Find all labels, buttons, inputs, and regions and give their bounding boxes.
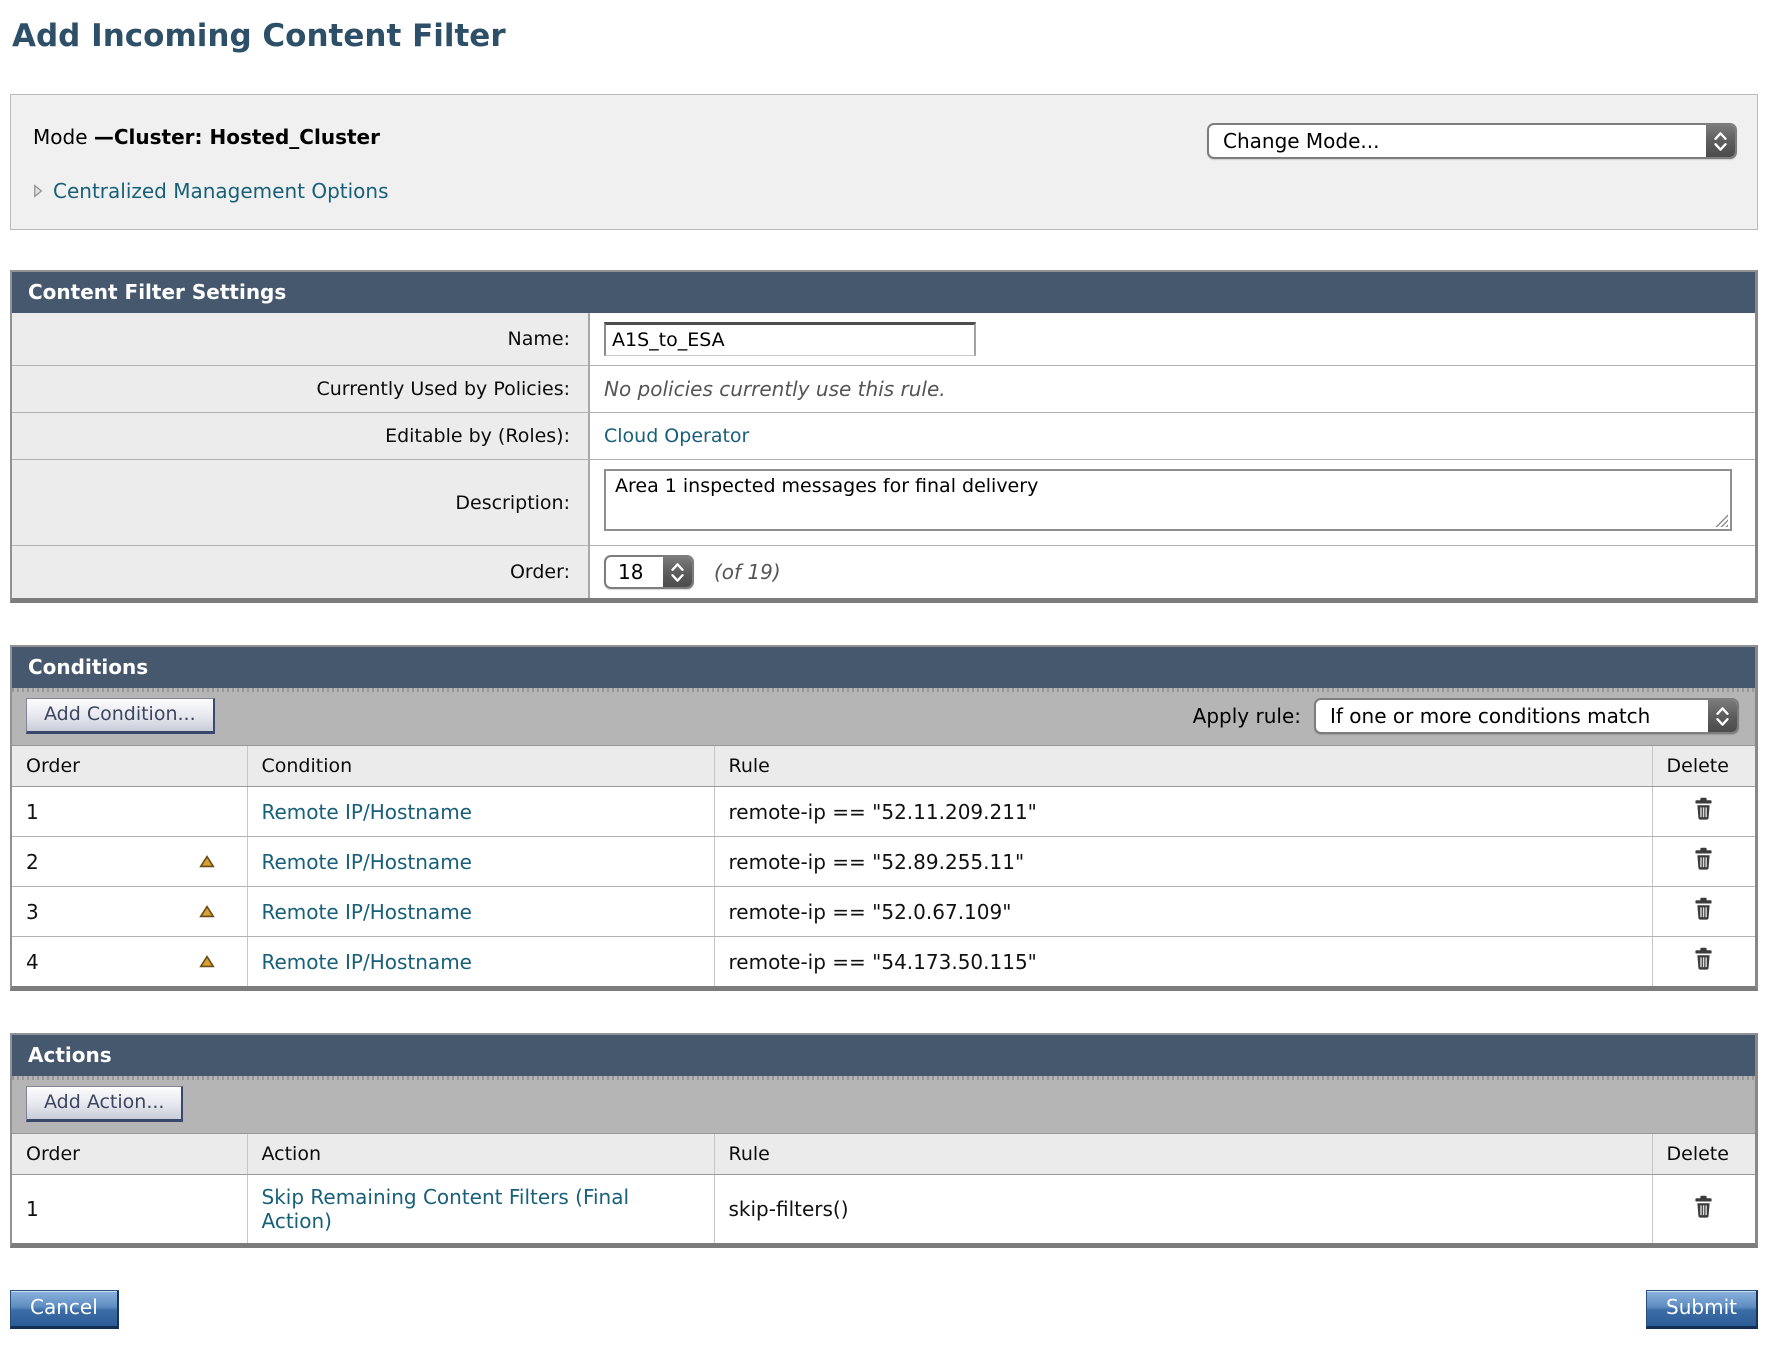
centralized-management-options-link[interactable]: Centralized Management Options [53,179,389,203]
delete-button[interactable] [1692,897,1715,921]
column-delete: Delete [1652,746,1755,787]
rule-text: remote-ip == "54.173.50.115" [729,950,1037,974]
column-action: Action [247,1134,714,1175]
row-order-number: 1 [26,1197,39,1221]
trash-icon [1692,1195,1715,1219]
column-delete: Delete [1652,1134,1755,1175]
trash-icon [1692,947,1715,971]
conditions-toolbar: Add Condition... Apply rule: If one or m… [12,688,1755,746]
table-row: 1 Remote IP/Hostname remote-ip == "52.11… [12,787,1755,837]
move-up-arrow-icon [199,955,215,968]
move-up-button[interactable] [199,855,215,868]
move-up-button[interactable] [199,905,215,918]
actions-table-body: 1 Skip Remaining Content Filters (Final … [12,1175,1755,1244]
conditions-panel: Conditions Add Condition... Apply rule: … [10,645,1758,991]
actions-toolbar: Add Action... [12,1076,1755,1134]
rule-text: skip-filters() [729,1197,849,1221]
delete-button[interactable] [1692,947,1715,971]
settings-panel-header: Content Filter Settings [12,272,1755,313]
name-input[interactable] [604,322,976,356]
description-label: Description: [12,460,589,546]
rule-text: remote-ip == "52.11.209.211" [729,800,1037,824]
table-row: 2 Remote IP/Hostname remote-ip == "52.89… [12,837,1755,887]
delete-button[interactable] [1692,797,1715,821]
order-select[interactable]: 18 [604,555,694,589]
row-order-number: 2 [26,850,39,874]
column-condition: Condition [247,746,714,787]
name-label: Name: [12,313,589,366]
condition-link[interactable]: Remote IP/Hostname [262,900,472,924]
cancel-button[interactable]: Cancel [10,1290,119,1329]
editable-roles-label: Editable by (Roles): [12,413,589,460]
actions-panel-header: Actions [12,1035,1755,1076]
column-order: Order [12,1134,247,1175]
actions-header-row: Order Action Rule Delete [12,1134,1755,1175]
row-order-number: 4 [26,950,39,974]
action-link[interactable]: Skip Remaining Content Filters (Final Ac… [262,1185,630,1233]
change-mode-select[interactable]: Change Mode... [1207,123,1737,159]
condition-link[interactable]: Remote IP/Hostname [262,850,472,874]
mode-label: Mode [33,125,88,149]
description-textarea[interactable]: Area 1 inspected messages for final deli… [604,469,1732,531]
trash-icon [1692,847,1715,871]
order-value: 18 [606,557,663,587]
select-stepper-icon [1708,700,1737,732]
policies-value: No policies currently use this rule. [604,377,946,401]
table-row: 3 Remote IP/Hostname remote-ip == "52.0.… [12,887,1755,937]
policies-label: Currently Used by Policies: [12,366,589,413]
column-rule: Rule [714,746,1652,787]
disclosure-triangle-icon[interactable] [33,184,43,198]
rule-text: remote-ip == "52.0.67.109" [729,900,1012,924]
trash-icon [1692,897,1715,921]
content-filter-settings-panel: Content Filter Settings Name: Currently … [10,270,1758,603]
column-order: Order [12,746,247,787]
actions-panel: Actions Add Action... Order Action Rule … [10,1033,1758,1248]
submit-button[interactable]: Submit [1646,1290,1758,1329]
move-up-arrow-icon [199,855,215,868]
condition-link[interactable]: Remote IP/Hostname [262,800,472,824]
select-stepper-icon [1706,125,1735,157]
footer-bar: Cancel Submit [10,1290,1758,1329]
conditions-header-row: Order Condition Rule Delete [12,746,1755,787]
apply-rule-select[interactable]: If one or more conditions match [1314,698,1739,734]
table-row: 4 Remote IP/Hostname remote-ip == "54.17… [12,937,1755,987]
conditions-panel-header: Conditions [12,647,1755,688]
delete-button[interactable] [1692,1195,1715,1219]
cloud-operator-link[interactable]: Cloud Operator [604,425,749,447]
apply-rule-label: Apply rule: [1193,704,1301,728]
mode-panel: Mode —Cluster: Hosted_Cluster Centralize… [10,94,1758,230]
mode-value: —Cluster: Hosted_Cluster [94,125,380,149]
trash-icon [1692,797,1715,821]
page-title: Add Incoming Content Filter [12,18,1758,54]
condition-link[interactable]: Remote IP/Hostname [262,950,472,974]
conditions-table-body: 1 Remote IP/Hostname remote-ip == "52.11… [12,787,1755,987]
change-mode-value: Change Mode... [1209,125,1706,157]
select-stepper-icon [663,557,692,587]
add-action-button[interactable]: Add Action... [26,1086,183,1122]
table-row: 1 Skip Remaining Content Filters (Final … [12,1175,1755,1244]
description-field-wrap: Area 1 inspected messages for final deli… [604,469,1732,531]
add-condition-button[interactable]: Add Condition... [26,698,215,734]
row-order-number: 3 [26,900,39,924]
delete-button[interactable] [1692,847,1715,871]
order-label: Order: [12,546,589,599]
column-rule: Rule [714,1134,1652,1175]
move-up-arrow-icon [199,905,215,918]
row-order-number: 1 [26,800,39,824]
order-total: (of 19) [714,560,781,584]
apply-rule-value: If one or more conditions match [1316,700,1708,732]
rule-text: remote-ip == "52.89.255.11" [729,850,1025,874]
move-up-button[interactable] [199,955,215,968]
